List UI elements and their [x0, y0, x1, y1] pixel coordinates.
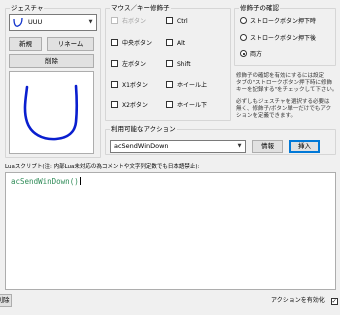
modifier-wheel-up-checkbox[interactable]: ホイール上 [166, 81, 207, 90]
modifier-shift-checkbox[interactable]: Shift [166, 60, 191, 69]
actions-group-title: 利用可能なアクション [110, 125, 177, 134]
check-icon: ✓ [330, 298, 338, 305]
insert-action-button[interactable]: 挿入 [289, 140, 320, 153]
delete-gesture-button[interactable]: 削除 [9, 54, 94, 68]
modifier-help-text: 修飾子の確認を有効にするには設定 タブの"ストロークボタン押下時に修飾 キーを記… [236, 73, 338, 93]
modifiers-group-title: マウス／キー修飾子 [110, 4, 171, 13]
modifier-x2-button-checkbox[interactable]: X2ボタン [111, 101, 148, 110]
modifier-ctrl-checkbox[interactable]: Ctrl [166, 17, 188, 26]
confirm-both-radio[interactable]: 両方 [240, 50, 262, 59]
gesture-group-title: ジェスチャ [10, 4, 45, 13]
lua-script-label: Luaスクリプト(注: 内部Lua未対応の為コメントや文字列定数でも日本語禁止)… [5, 164, 200, 170]
gesture-thumbnail-icon [12, 17, 25, 28]
modifier-left-button-checkbox[interactable]: 左ボタン [111, 60, 146, 69]
rename-gesture-button[interactable]: リネーム [47, 37, 94, 51]
action-help-text: 必ずしもジェスチャを選択する必要は 無く、修飾子/ボタン単一だけでもアク ション… [236, 99, 332, 119]
new-gesture-button[interactable]: 新規 [9, 37, 42, 51]
modifier-alt-checkbox[interactable]: Alt [166, 39, 185, 48]
gesture-preview [9, 71, 94, 154]
enable-action-checkbox[interactable]: アクションを有効化 ✓ [271, 296, 338, 305]
modifier-wheel-down-checkbox[interactable]: ホイール下 [166, 101, 207, 110]
chevron-down-icon: ▼ [237, 143, 242, 149]
modifier-right-button-checkbox[interactable]: 右ボタン [111, 17, 146, 26]
gesture-stroke-icon [23, 84, 79, 141]
action-info-button[interactable]: 情報 [252, 140, 283, 153]
confirm-on-press-radio[interactable]: ストロークボタン押下時 [240, 17, 316, 26]
chevron-down-icon: ▼ [88, 19, 93, 25]
gesture-select-value: UUU [28, 18, 43, 26]
modifier-x1-button-checkbox[interactable]: X1ボタン [111, 81, 148, 90]
text-caret [79, 177, 81, 185]
lua-script-editor[interactable]: acSendWinDown() [5, 172, 336, 290]
modifier-middle-button-checkbox[interactable]: 中央ボタン [111, 39, 152, 48]
action-select-value: acSendWinDown [114, 142, 169, 150]
lua-script-code: acSendWinDown() [11, 177, 81, 186]
modifier-confirm-group-title: 修飾子の確認 [239, 4, 280, 13]
action-select[interactable]: acSendWinDown ▼ [110, 140, 246, 153]
confirm-after-press-radio[interactable]: ストロークボタン押下後 [240, 34, 316, 43]
delete-action-button[interactable]: 削除 [0, 294, 12, 307]
gesture-select[interactable]: UUU ▼ [9, 14, 97, 31]
